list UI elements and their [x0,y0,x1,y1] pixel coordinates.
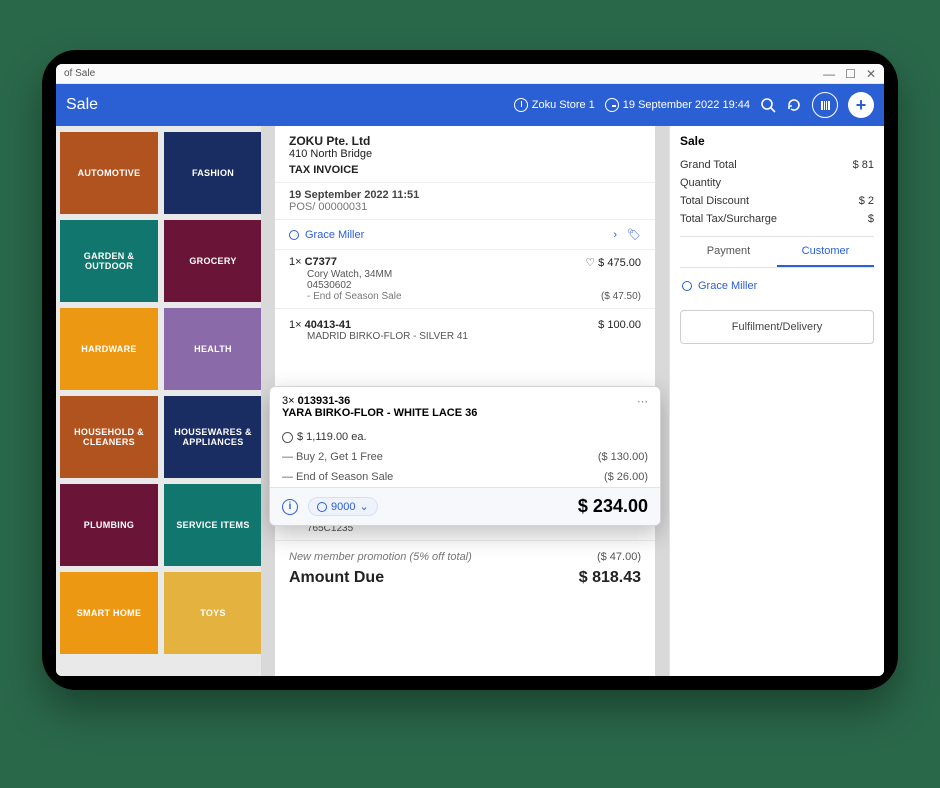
category-tile[interactable]: SERVICE ITEMS [164,484,261,566]
line-qty: 1× [289,256,302,268]
popup-more-button[interactable]: ⋯ [637,395,648,419]
summary-row: Total Tax/Surcharge $ [680,210,874,228]
person-icon [682,281,692,291]
window-titlebar: of Sale — ☐ ✕ [56,64,884,84]
receipt-company: ZOKU Pte. Ltd [289,134,641,148]
category-tile[interactable]: AUTOMOTIVE [60,132,158,214]
receipt-timestamp: 19 September 2022 11:51 [289,189,641,201]
category-tile[interactable]: FASHION [164,132,261,214]
body: AUTOMOTIVEFASHIONGARDEN & OUTDOORGROCERY… [56,126,884,676]
line-detail-popup: 3× 013931-36 YARA BIRKO-FLOR - WHITE LAC… [269,386,661,526]
summary-row-label: Total Tax/Surcharge [680,213,777,225]
amount-due-value: $ 818.43 [579,569,641,587]
amount-due-label: Amount Due [289,569,384,587]
popup-promo2-amount: ($ 26.00) [604,471,648,483]
window-minimize-button[interactable]: — [823,67,835,81]
category-tile[interactable]: TOYS [164,572,261,654]
receipt-line[interactable]: 1× C7377 ♡ $ 475.00 Cory Watch, 34MM 045… [275,250,655,304]
summary-row-value: $ 81 [853,159,874,171]
summary-row: Grand Total $ 81 [680,156,874,174]
popup-qty: 3× [282,395,295,407]
chevron-down-icon: ⌄ [359,500,368,513]
popup-promo1-label: — Buy 2, Get 1 Free [282,451,383,463]
line-sku: C7377 [305,256,337,268]
line-desc: MADRID BIRKO-FLOR - SILVER 41 [289,331,641,342]
line-promo-amount: ($ 47.50) [601,291,641,302]
app-header: Sale Zoku Store 1 19 September 2022 19:4… [56,84,884,126]
receipt-line[interactable]: 1× 40413-41 $ 100.00 MADRID BIRKO-FLOR -… [275,313,655,344]
summary-row-value: $ [868,213,874,225]
tablet-frame: of Sale — ☐ ✕ Sale Zoku Store 1 19 Septe… [42,50,898,690]
receipt-ref: POS/ 00000031 [289,201,641,213]
category-tile[interactable]: GARDEN & OUTDOOR [60,220,158,302]
popup-name: YARA BIRKO-FLOR - WHITE LACE 36 [282,407,477,419]
summary-row-value: $ 2 [859,195,874,207]
summary-title: Sale [680,134,874,148]
search-button[interactable] [760,97,776,113]
info-icon[interactable]: i [282,499,298,515]
popup-sku: 013931-36 [298,395,351,407]
popup-promo1-amount: ($ 130.00) [598,451,648,463]
category-tile[interactable]: GROCERY [164,220,261,302]
window-close-button[interactable]: ✕ [866,67,876,81]
heart-icon[interactable]: ♡ [585,257,595,269]
clock-icon [282,432,293,443]
receipt-address: 410 North Bridge [289,148,641,160]
datetime-label: 19 September 2022 19:44 [623,99,750,111]
category-tile[interactable]: SMART HOME [60,572,158,654]
summary-row-label: Quantity [680,177,721,189]
window-title: of Sale [64,68,95,79]
member-promo-label: New member promotion (5% off total) [289,551,472,563]
barcode-button[interactable] [812,92,838,118]
clock-icon [605,98,619,112]
tab-payment[interactable]: Payment [680,237,777,267]
receipt-doc-type: TAX INVOICE [289,164,641,176]
pin-icon [514,98,528,112]
fulfillment-button[interactable]: Fulfilment/Delivery [680,310,874,344]
tab-customer[interactable]: Customer [777,237,874,267]
screen: of Sale — ☐ ✕ Sale Zoku Store 1 19 Septe… [56,64,884,676]
category-tile[interactable]: PLUMBING [60,484,158,566]
store-selector[interactable]: Zoku Store 1 [514,98,595,112]
category-tile[interactable]: HOUSEWARES & APPLIANCES [164,396,261,478]
summary-row: Quantity [680,174,874,192]
page-title: Sale [66,96,98,114]
line-amount: $ 100.00 [598,319,641,331]
summary-panel: Sale Grand Total $ 81 Quantity Total Discou… [669,126,884,676]
line-desc: Cory Watch, 34MM [289,269,641,280]
summary-customer-name: Grace Miller [698,280,757,292]
tag-icon[interactable]: 🏷 [627,228,641,241]
member-promo-amount: ($ 47.00) [597,551,641,563]
window-maximize-button[interactable]: ☐ [845,67,856,81]
category-tile[interactable]: HARDWARE [60,308,158,390]
receipt-customer-row[interactable]: Grace Miller › 🏷 [275,220,655,250]
chevron-right-icon[interactable]: › [613,229,617,241]
popup-promo2-label: — End of Season Sale [282,471,393,483]
category-tile[interactable]: HOUSEHOLD & CLEANERS [60,396,158,478]
line-sku: 40413-41 [305,319,352,331]
line-promo-label: - End of Season Sale [307,291,402,302]
category-tile[interactable]: HEALTH [164,308,261,390]
popup-unit-price: $ 1,119.00 ea. [297,431,367,443]
loyalty-pill[interactable]: 9000 ⌄ [308,497,378,516]
store-label: Zoku Store 1 [532,99,595,111]
datetime-display[interactable]: 19 September 2022 19:44 [605,98,750,112]
loyalty-points: 9000 [331,501,355,513]
receipt-column: ZOKU Pte. Ltd 410 North Bridge TAX INVOI… [261,126,669,676]
popup-total: $ 234.00 [578,496,648,517]
receipt-customer-name: Grace Miller [305,229,364,241]
person-icon [317,502,327,512]
summary-customer[interactable]: Grace Miller [680,268,874,304]
line-qty: 1× [289,319,302,331]
summary-row-label: Total Discount [680,195,749,207]
add-button[interactable]: + [848,92,874,118]
refresh-button[interactable] [786,97,802,113]
summary-row: Total Discount $ 2 [680,192,874,210]
line-desc2: 04530602 [289,280,641,291]
line-amount: $ 475.00 [598,257,641,269]
summary-row-label: Grand Total [680,159,737,171]
category-panel: AUTOMOTIVEFASHIONGARDEN & OUTDOORGROCERY… [56,126,261,676]
person-icon [289,230,299,240]
